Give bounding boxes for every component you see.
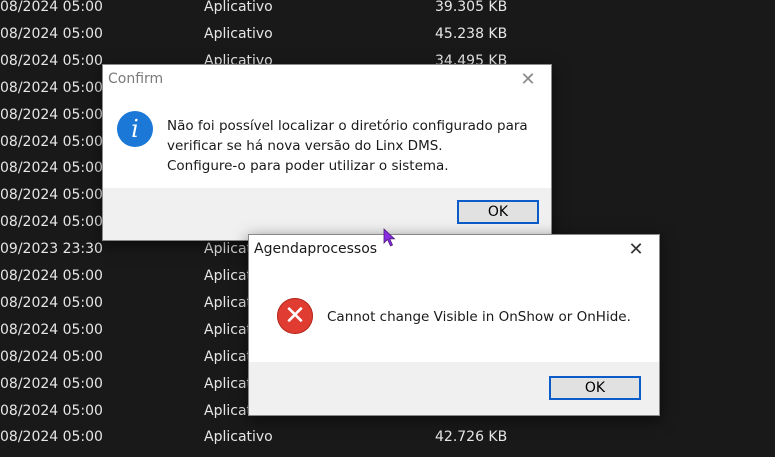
file-type: Aplicat xyxy=(204,268,253,284)
file-size: 45.238 KB xyxy=(435,25,508,42)
file-date: 08/2024 05:00 xyxy=(0,106,103,123)
error-ok-button[interactable]: OK xyxy=(549,376,641,400)
file-date: 08/2024 05:00 xyxy=(0,321,103,338)
file-date: 08/2024 05:00 xyxy=(0,79,103,96)
file-date: 08/2024 05:00 xyxy=(0,429,103,446)
file-date: 08/2024 05:00 xyxy=(0,133,103,150)
confirm-ok-button[interactable]: OK xyxy=(457,200,539,224)
file-date: 08/2024 05:00 xyxy=(0,214,103,231)
file-type: Aplicativo xyxy=(204,429,273,446)
file-date: 08/2024 05:00 xyxy=(0,294,103,311)
file-date: 08/2024 05:00 xyxy=(0,348,103,365)
error-close-button[interactable]: ✕ xyxy=(613,235,659,265)
error-dialog-footer: OK xyxy=(249,362,659,415)
confirm-message-line-2: verificar se há nova versão do Linx DMS. xyxy=(167,138,443,154)
file-date: 08/2024 05:00 xyxy=(0,52,103,69)
file-size: 39.305 KB xyxy=(435,0,508,15)
file-row[interactable]: 08/2024 05:00 Aplicativo 39.305 KB xyxy=(0,0,775,21)
file-date: 08/2024 05:00 xyxy=(0,402,103,419)
file-type: Aplicat xyxy=(204,402,253,419)
file-date: 08/2024 05:00 xyxy=(0,268,103,284)
confirm-dialog: Confirm ✕ i Não foi possível localizar o… xyxy=(102,64,552,241)
file-type: Aplicat xyxy=(204,321,253,338)
file-type: Aplicativo xyxy=(204,25,273,42)
confirm-message-line-3: Configure-o para poder utilizar o sistem… xyxy=(167,158,449,174)
file-row[interactable]: 08/2024 05:00 Aplicativo 42.726 KB xyxy=(0,424,775,451)
file-type: Aplicat xyxy=(204,375,253,392)
error-dialog-title: Agendaprocessos xyxy=(254,241,378,257)
file-date: 08/2024 05:00 xyxy=(0,0,103,15)
error-dialog: Agendaprocessos ✕ ✕ Cannot change Visibl… xyxy=(248,234,660,416)
file-date: 08/2024 05:00 xyxy=(0,25,103,42)
error-message: Cannot change Visible in OnShow or OnHid… xyxy=(327,309,631,325)
file-date: 08/2024 05:00 xyxy=(0,160,103,177)
confirm-dialog-title: Confirm xyxy=(108,71,164,87)
confirm-message-line-1: Não foi possível localizar o diretório c… xyxy=(167,118,528,134)
file-date: 08/2024 05:00 xyxy=(0,375,103,392)
confirm-close-button[interactable]: ✕ xyxy=(505,65,551,95)
file-type: Aplicat xyxy=(204,348,253,365)
file-type: Aplicat xyxy=(204,294,253,311)
error-icon: ✕ xyxy=(277,298,313,334)
mouse-cursor-icon xyxy=(383,228,396,247)
file-size: 42.726 KB xyxy=(435,429,508,446)
info-icon: i xyxy=(117,111,153,147)
file-date: 09/2023 23:30 xyxy=(0,241,103,258)
file-type: Aplicativo xyxy=(204,0,273,15)
file-row[interactable]: 08/2024 05:00 Aplicativo 45.238 KB xyxy=(0,21,775,48)
confirm-message: Não foi possível localizar o diretório c… xyxy=(167,116,528,176)
file-date: 08/2024 05:00 xyxy=(0,187,103,204)
confirm-dialog-footer: OK xyxy=(103,188,551,240)
